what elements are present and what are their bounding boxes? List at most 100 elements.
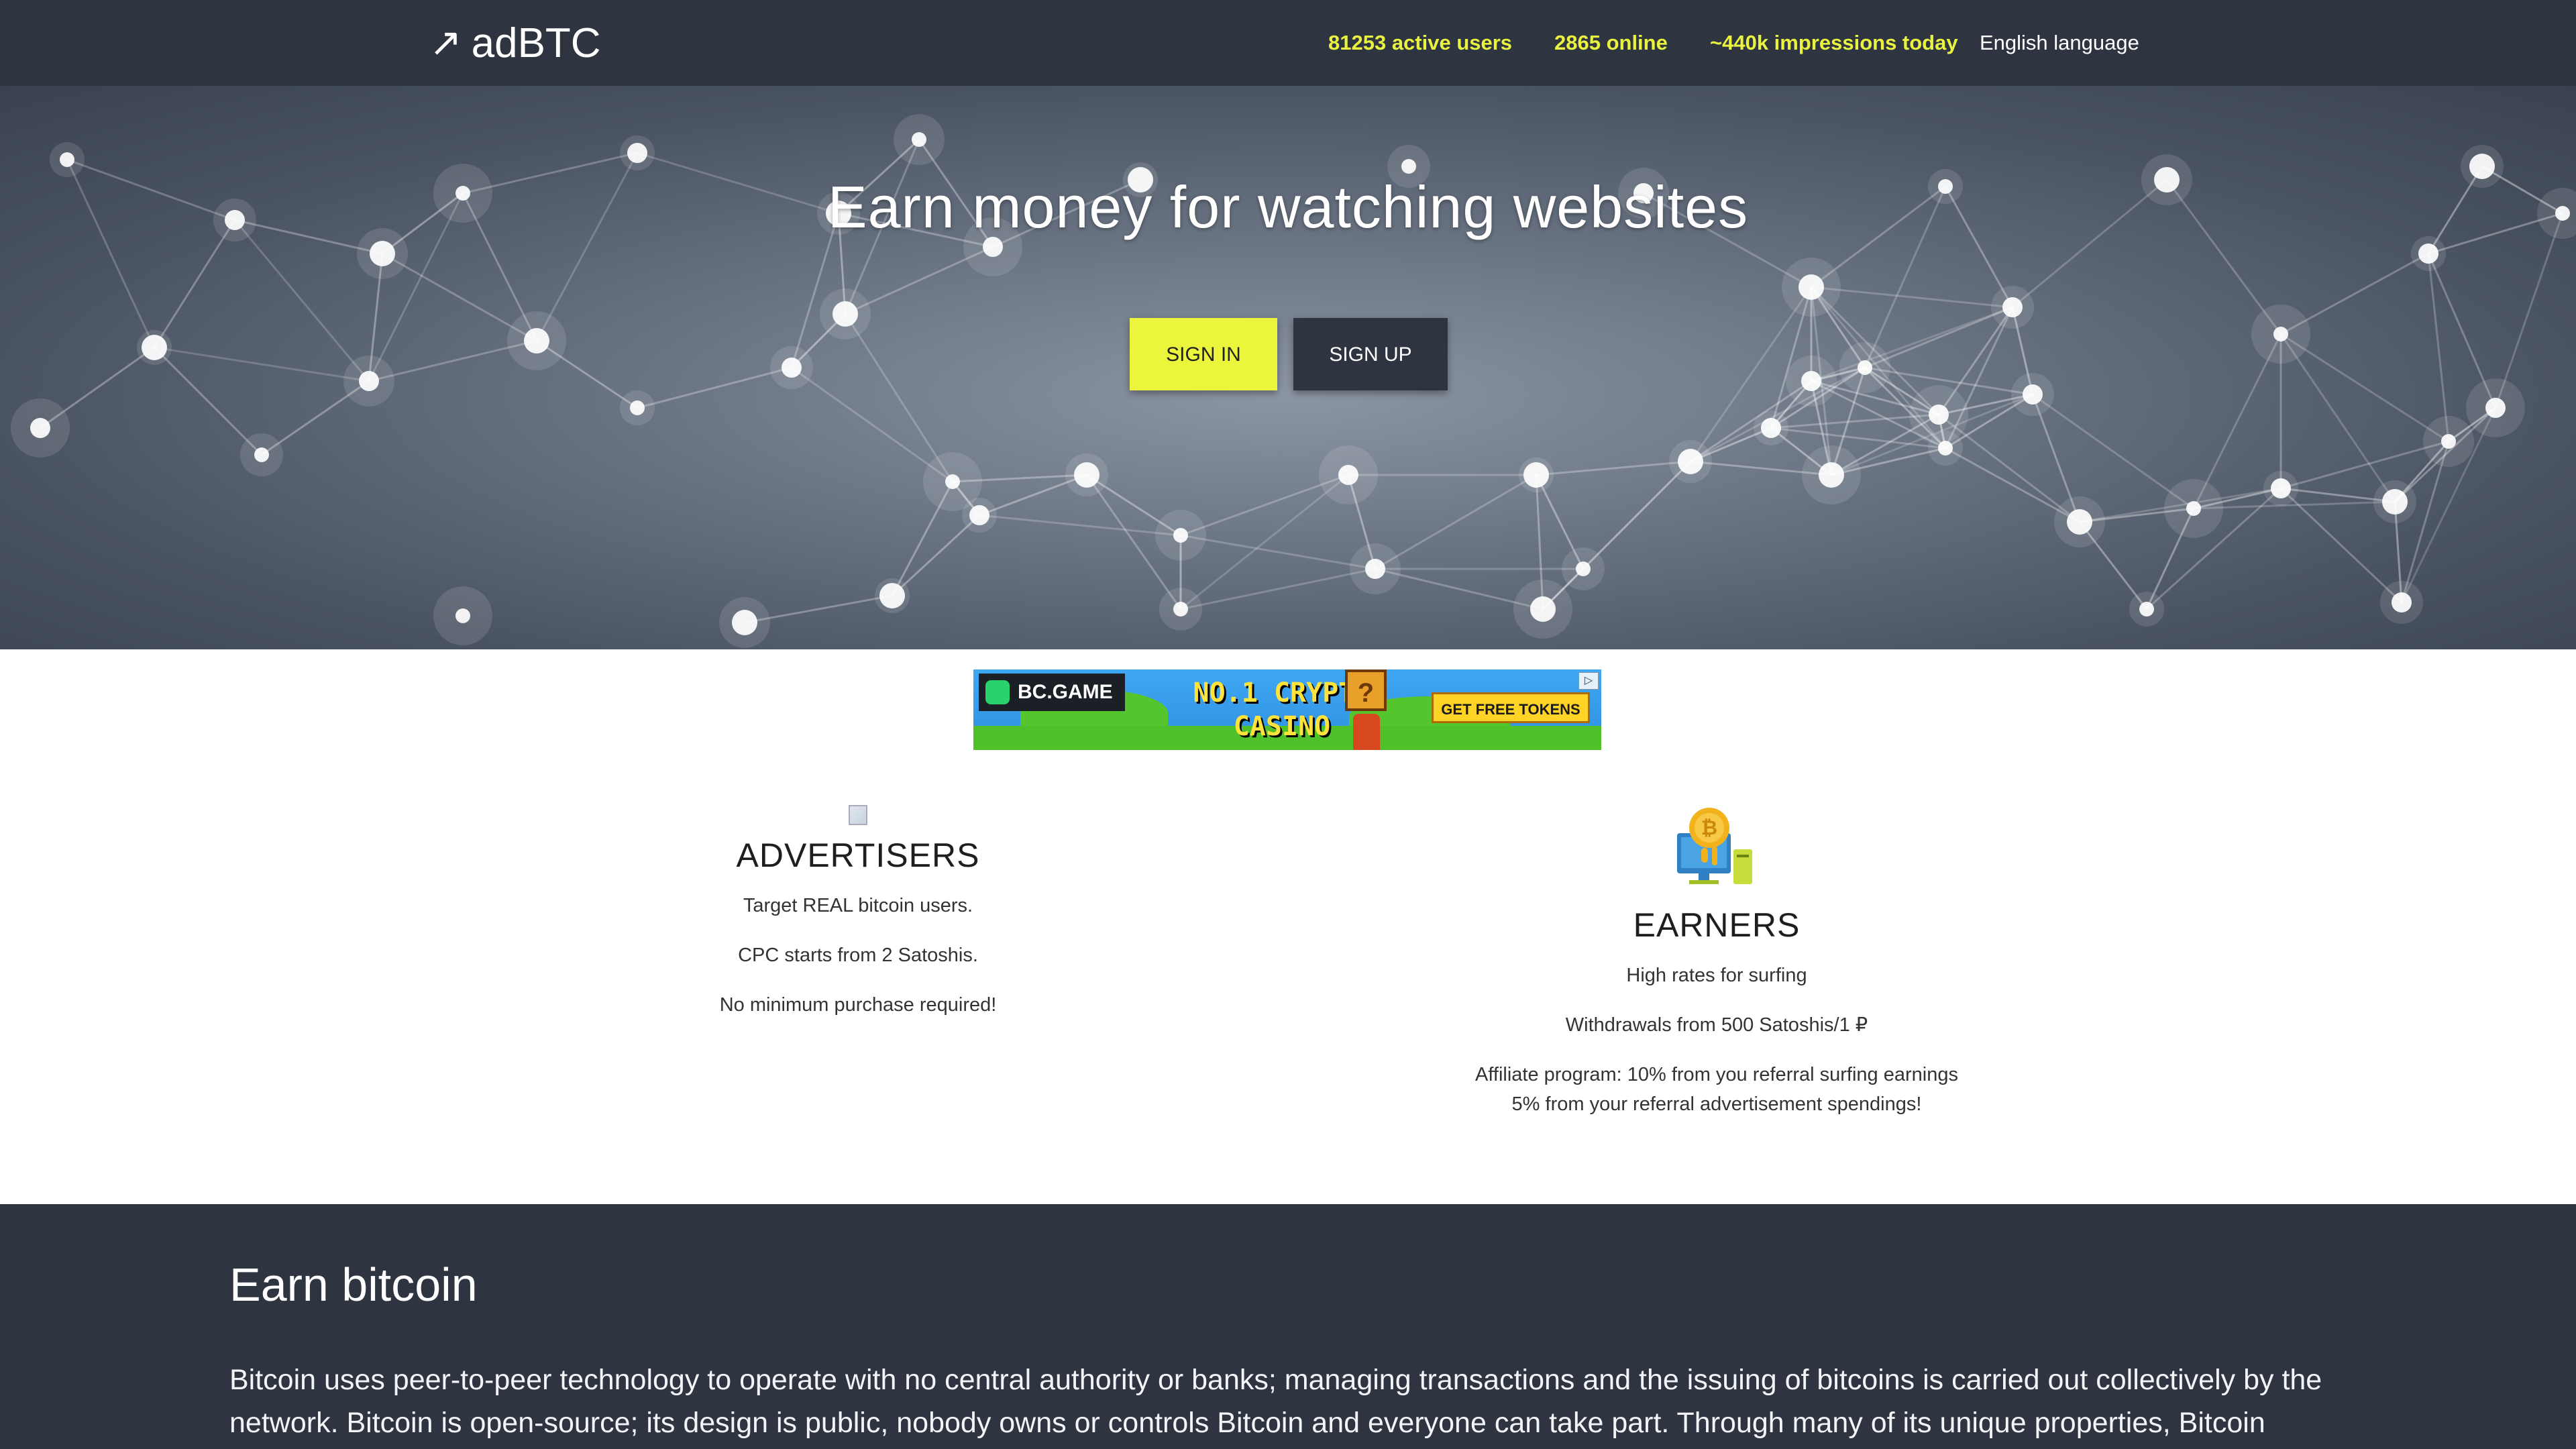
network-node: [1801, 371, 1821, 391]
network-node: [2067, 509, 2092, 535]
top-navbar: ↗ adBTC 81253 active users 2865 online ~…: [0, 0, 2576, 86]
network-node: [60, 152, 74, 167]
network-link: [844, 313, 954, 482]
advertisers-broken-image-icon: [849, 805, 867, 825]
network-node: [1530, 596, 1556, 622]
active-users-stat: 81253 active users: [1328, 31, 1513, 54]
svg-text:₿: ₿: [1701, 816, 1717, 840]
earners-section: ₿ EARNERS High rates for surfing Withdra…: [1348, 805, 2086, 1119]
question-block-icon: ?: [1345, 669, 1387, 711]
earners-line: Affiliate program: 10% from you referral…: [1475, 1064, 1958, 1085]
brand-name: adBTC: [471, 19, 601, 66]
network-node: [1173, 528, 1188, 543]
network-node: [2382, 489, 2408, 515]
network-node: [1074, 462, 1099, 488]
brand-logo-link[interactable]: ↗ adBTC: [429, 17, 601, 68]
earn-bitcoin-title: Earn bitcoin: [229, 1258, 478, 1311]
network-link: [2279, 333, 2396, 502]
network-node: [524, 328, 549, 354]
network-node: [1678, 449, 1703, 474]
network-link: [2494, 213, 2564, 409]
ad-brand-logo: BC.GAME: [979, 674, 1125, 711]
network-node: [1365, 559, 1385, 579]
earners-line: 5% from your referral advertisement spen…: [1511, 1093, 1922, 1115]
ad-choices-icon[interactable]: ▷: [1578, 672, 1599, 690]
network-link: [2280, 440, 2449, 490]
network-node: [1929, 405, 1949, 425]
language-selector[interactable]: English language: [1980, 27, 2139, 59]
network-node: [1799, 274, 1824, 300]
network-node: [2418, 244, 2438, 264]
network-background-graphic: [11, 114, 2576, 648]
trend-arrow-icon: ↗: [429, 21, 462, 64]
earn-bitcoin-section: Earn bitcoin Bitcoin uses peer-to-peer t…: [0, 1204, 2576, 1449]
network-link: [2280, 333, 2449, 443]
advertisers-title: ADVERTISERS: [736, 837, 980, 874]
ad-headline-line-2: CASINO: [1233, 711, 1331, 742]
network-node: [1761, 418, 1781, 438]
network-link: [1536, 460, 1691, 476]
advertisers-line: CPC starts from 2 Satoshis.: [738, 945, 978, 966]
network-node: [370, 241, 395, 266]
game-character-icon: [1353, 714, 1380, 750]
network-link: [1542, 460, 1692, 610]
network-node: [782, 358, 802, 378]
network-node: [2023, 384, 2043, 405]
network-node: [2392, 592, 2412, 612]
impressions-stat: ~440k impressions today: [1710, 31, 1958, 54]
network-link: [1180, 474, 1349, 610]
network-node: [1819, 462, 1844, 488]
network-node: [2186, 501, 2201, 516]
network-node: [1576, 561, 1591, 576]
earn-bitcoin-text: Bitcoin uses peer-to-peer technology to …: [229, 1364, 2322, 1439]
online-users-stat: 2865 online: [1554, 31, 1668, 54]
network-link: [1811, 286, 2013, 309]
network-link: [979, 514, 1181, 537]
network-node: [2441, 434, 2456, 449]
network-node: [2273, 327, 2288, 341]
network-link: [154, 346, 370, 382]
sign-up-button[interactable]: SIGN UP: [1293, 318, 1448, 390]
network-node: [142, 335, 167, 360]
network-node: [2485, 398, 2506, 418]
network-node: [627, 143, 647, 163]
network-node: [30, 418, 50, 438]
network-node: [254, 447, 269, 462]
network-link: [233, 219, 370, 382]
network-link: [2032, 393, 2194, 510]
network-node: [1858, 360, 1872, 375]
network-node: [2002, 297, 2023, 317]
ad-headline-line-1: NO.1 CRYPTO: [1193, 678, 1371, 708]
hero-banner: Earn money for watching websites SIGN IN…: [0, 86, 2576, 649]
network-node: [2139, 602, 2154, 616]
ad-cta-button[interactable]: GET FREE TOKENS: [1432, 692, 1590, 723]
advertisers-line: No minimum purchase required!: [719, 994, 997, 1016]
advertisement-banner[interactable]: BC.GAME NO.1 CRYPTO CASINO ? GET FREE TO…: [973, 669, 1601, 750]
network-link: [791, 366, 953, 483]
bitcoin-computer-icon: ₿: [1677, 808, 1752, 884]
network-node: [1401, 159, 1416, 174]
network-link: [1375, 474, 1537, 570]
advertisers-image-wrap: [489, 805, 1227, 836]
network-node: [833, 301, 858, 327]
network-node: [1173, 602, 1188, 616]
earners-title: EARNERS: [1633, 906, 1801, 944]
network-node: [630, 400, 645, 415]
sign-in-button[interactable]: SIGN IN: [1130, 318, 1277, 390]
network-node: [969, 505, 989, 525]
network-link: [1180, 568, 1376, 610]
network-node: [1523, 462, 1549, 488]
network-node: [455, 608, 470, 623]
network-node: [732, 610, 757, 635]
network-link: [637, 366, 792, 409]
network-link: [2427, 253, 2450, 442]
network-node: [2271, 478, 2291, 498]
network-link: [2193, 500, 2396, 510]
bc-game-logo-icon: [985, 680, 1010, 704]
ad-brand-name: BC.GAME: [1018, 681, 1113, 703]
earners-line: High rates for surfing: [1626, 965, 1807, 986]
network-node: [945, 474, 960, 489]
network-link: [891, 514, 981, 597]
network-node: [1338, 465, 1358, 485]
hero-title: Earn money for watching websites: [827, 174, 1749, 240]
